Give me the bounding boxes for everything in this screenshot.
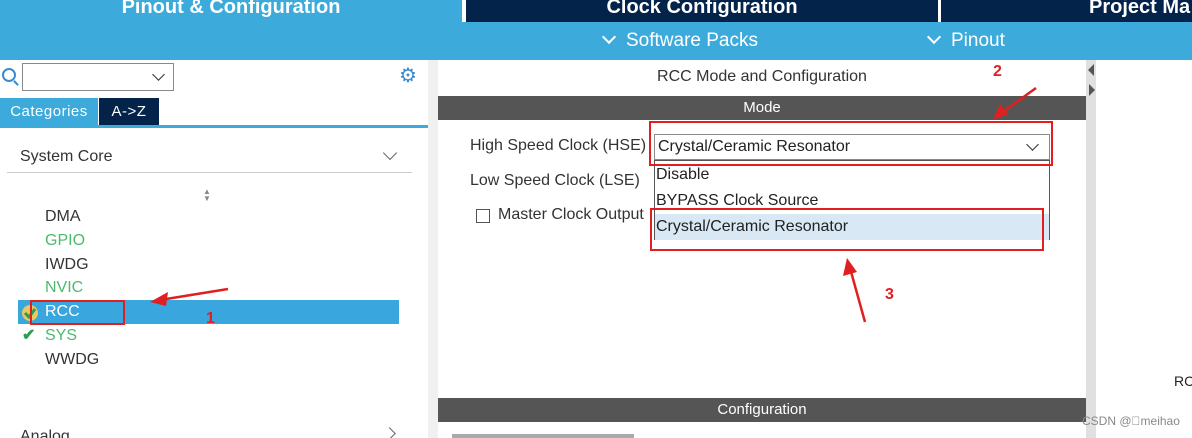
search-input[interactable] [22, 63, 174, 91]
peripheral-gpio[interactable]: GPIO [45, 230, 85, 252]
category-system-core[interactable]: System Core [20, 148, 112, 166]
config-tab-stub[interactable] [452, 434, 634, 438]
check-icon: ✔ [22, 327, 36, 344]
chevron-down-icon[interactable] [382, 145, 398, 161]
mco-label: Master Clock Output [498, 206, 644, 223]
tab-project-manager[interactable]: Project Ma [941, 0, 1192, 22]
watermark: CSDN @ meihao [1082, 414, 1180, 428]
software-packs-label: Software Packs [626, 30, 758, 51]
hse-label: High Speed Clock (HSE) [470, 137, 647, 154]
right-splitter[interactable] [1086, 60, 1096, 438]
tab-underline [0, 125, 428, 128]
annotation-number-3: 3 [885, 286, 894, 303]
chevron-right-icon[interactable] [383, 427, 396, 438]
category-analog[interactable]: Analog [20, 428, 70, 438]
peripheral-iwdg[interactable]: IWDG [45, 254, 89, 276]
tab-a-z[interactable]: A->Z [99, 98, 159, 125]
search-icon[interactable] [2, 68, 16, 82]
annotation-number-1: 1 [206, 310, 215, 327]
peripheral-sys[interactable]: SYS [45, 325, 77, 347]
gear-icon[interactable]: ⚙ [399, 66, 419, 86]
annotation-box-rcc [30, 300, 125, 325]
configuration-header: Configuration [438, 398, 1086, 422]
tab-clock-configuration[interactable]: Clock Configuration [466, 0, 938, 22]
peripheral-nvic[interactable]: NVIC [45, 277, 83, 299]
mode-header: Mode [438, 96, 1086, 120]
collapse-left-icon[interactable] [1088, 64, 1094, 76]
left-panel: ⚙ Categories A->Z System Core ▲ ▼ DMA GPI… [0, 60, 428, 438]
chevron-down-icon [601, 29, 617, 45]
chevron-down-icon [926, 29, 942, 45]
peripheral-wwdg[interactable]: WWDG [45, 349, 99, 371]
software-packs-menu[interactable]: Software Packs [601, 22, 758, 60]
right-cut-label: RC [1174, 373, 1192, 389]
tab-pinout-configuration[interactable]: Pinout & Configuration [0, 0, 462, 22]
divider [7, 172, 412, 173]
chevron-down-icon[interactable] [152, 68, 165, 81]
pinout-label: Pinout [951, 30, 1005, 51]
sub-toolbar: Software Packs Pinout [0, 22, 1192, 60]
sort-icon[interactable]: ▲ ▼ [203, 188, 211, 203]
annotation-box-crystal [650, 208, 1044, 251]
annotation-box-hse [649, 121, 1053, 166]
mco-checkbox[interactable] [476, 209, 490, 223]
lse-label: Low Speed Clock (LSE) [470, 172, 640, 189]
top-nav: Pinout & Configuration Clock Configurati… [0, 0, 1192, 22]
page-title: RCC Mode and Configuration [657, 68, 867, 85]
tab-categories[interactable]: Categories [0, 98, 98, 125]
annotation-number-2: 2 [993, 63, 1002, 80]
collapse-right-icon[interactable] [1089, 84, 1095, 96]
peripheral-dma[interactable]: DMA [45, 206, 81, 228]
pinout-menu[interactable]: Pinout [926, 22, 1005, 60]
panel-splitter[interactable] [428, 60, 438, 438]
